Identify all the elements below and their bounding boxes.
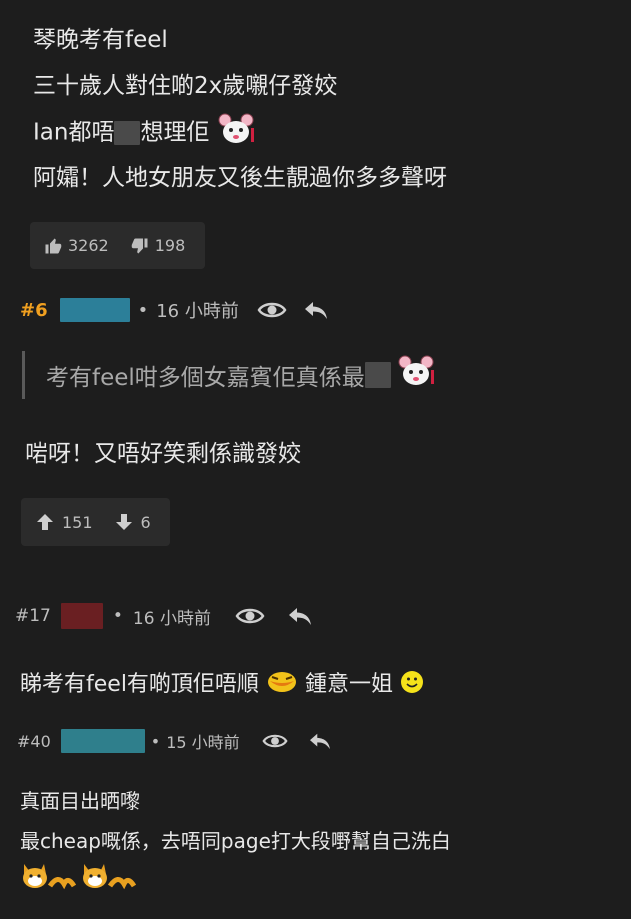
post-6-header: #6 • 16 小時前 xyxy=(20,296,329,324)
upvote-button[interactable]: 151 xyxy=(36,513,93,532)
post-17-text-1: 睇考有feel有啲頂佢唔順 xyxy=(20,672,259,697)
separator-dot: • xyxy=(112,606,123,626)
dislike-button[interactable]: 198 xyxy=(131,236,186,255)
dislike-count: 198 xyxy=(154,236,186,255)
like-button[interactable]: 3262 xyxy=(44,236,109,255)
reply-icon[interactable] xyxy=(303,299,329,321)
upvote-count: 151 xyxy=(62,512,93,532)
quote-text: 考有feel咁多個女嘉賓佢真係最 xyxy=(46,365,365,391)
post-5-line-3-part-1: Ian都唔 xyxy=(33,119,115,146)
post-5-line-4: 阿孀！人地女朋友又後生靚過你多多聲呀 xyxy=(33,165,447,191)
mouse-sticker xyxy=(397,354,441,396)
post-6-vote-bar: 151 6 xyxy=(21,498,170,546)
separator-dot: • xyxy=(150,731,161,751)
reply-icon[interactable] xyxy=(308,731,332,751)
quoted-reply: 考有feel咁多個女嘉賓佢真係最 xyxy=(22,351,441,399)
post-17-body: 睇考有feel有啲頂佢唔順 鍾意一姐 xyxy=(20,666,424,701)
arrow-down-icon xyxy=(115,513,133,531)
post-40-line-1: 真面目出晒嚟 xyxy=(20,789,140,813)
separator-dot: • xyxy=(137,299,149,321)
post-17-text-2: 鍾意一姐 xyxy=(304,672,393,697)
post-5-line-2: 三十歲人對住啲2x歲嚫仔發姣 xyxy=(33,73,338,99)
post-number[interactable]: #40 xyxy=(17,732,51,751)
smiley-icon xyxy=(400,670,424,700)
duck-sticker xyxy=(266,669,298,701)
eye-icon[interactable] xyxy=(235,605,265,627)
censored-word xyxy=(364,362,391,388)
downvote-count: 6 xyxy=(140,512,151,532)
censored-word xyxy=(114,121,141,145)
username-blurred[interactable] xyxy=(60,729,145,753)
cat-sticker xyxy=(80,858,137,898)
reply-icon[interactable] xyxy=(287,605,313,627)
username-blurred[interactable] xyxy=(59,298,130,322)
cat-sticker xyxy=(20,858,77,898)
thumbs-up-icon xyxy=(44,237,62,255)
arrow-up-icon xyxy=(36,513,54,531)
like-count: 3262 xyxy=(68,236,109,255)
post-time: 16 小時前 xyxy=(156,301,239,322)
thumbs-down-icon xyxy=(131,237,149,255)
username-blurred[interactable] xyxy=(60,603,103,629)
post-40-header: #40 • 15 小時前 xyxy=(17,728,332,754)
post-5-vote-bar: 3262 198 xyxy=(30,222,205,269)
post-time: 16 小時前 xyxy=(132,608,211,629)
post-number[interactable]: #17 xyxy=(15,606,51,626)
post-40-stickers xyxy=(20,858,137,898)
post-time: 15 小時前 xyxy=(166,733,240,752)
post-5-line-1: 琴晚考有feel xyxy=(33,27,168,53)
post-17-header: #17 • 16 小時前 xyxy=(15,602,313,630)
post-40-line-2: 最cheap嘅係，去唔同page打大段嘢幫自己洗白 xyxy=(20,829,451,853)
mouse-sticker xyxy=(217,112,261,154)
post-number[interactable]: #6 xyxy=(20,300,48,321)
post-5-line-3-part-2: 想理佢 xyxy=(140,119,210,146)
post-5-line-3: Ian都唔 想理佢 xyxy=(33,112,261,154)
post-6-body: 啱呀！又唔好笑剩係識發姣 xyxy=(25,441,301,467)
downvote-button[interactable]: 6 xyxy=(115,513,151,532)
eye-icon[interactable] xyxy=(257,299,287,321)
eye-icon[interactable] xyxy=(262,731,288,751)
